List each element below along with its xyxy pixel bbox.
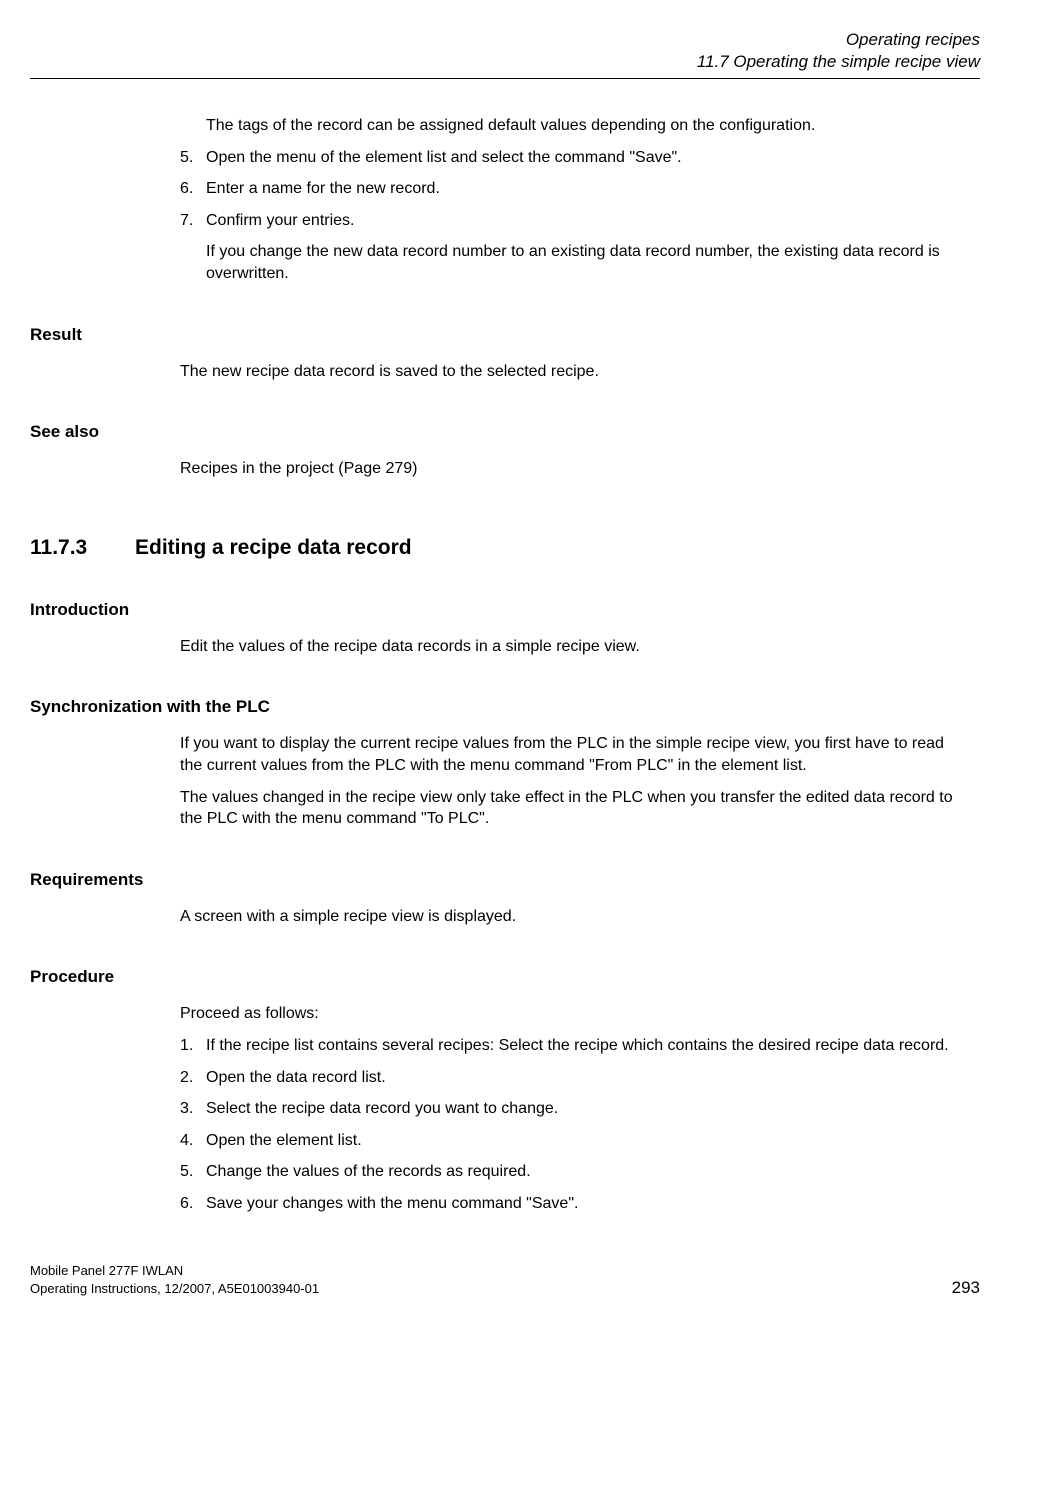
procedure-label: Procedure [30,967,970,987]
step-text: Confirm your entries. [206,210,970,232]
step-text: Change the values of the records as requ… [206,1161,970,1183]
step-text: Enter a name for the new record. [206,178,970,200]
footer-line1: Mobile Panel 277F IWLAN [30,1262,319,1280]
intro-paragraph: The tags of the record can be assigned d… [206,115,970,137]
procedure-step-6: 6. Save your changes with the menu comma… [180,1193,970,1215]
procedure-step-2: 2. Open the data record list. [180,1067,970,1089]
step-7: 7. Confirm your entries. [180,210,970,232]
page-header: Operating recipes 11.7 Operating the sim… [30,30,980,72]
sync-para1: If you want to display the current recip… [180,733,970,776]
step-text: Save your changes with the menu command … [206,1193,970,1215]
step-number: 1. [180,1035,206,1057]
sync-para2: The values changed in the recipe view on… [180,787,970,830]
step-number: 4. [180,1130,206,1152]
step-7-sub: If you change the new data record number… [206,241,970,284]
step-number: 6. [180,178,206,200]
step-text: Open the element list. [206,1130,970,1152]
step-text: If the recipe list contains several reci… [206,1035,970,1057]
procedure-intro: Proceed as follows: [180,1003,970,1025]
procedure-step-5: 5. Change the values of the records as r… [180,1161,970,1183]
step-number: 6. [180,1193,206,1215]
step-6: 6. Enter a name for the new record. [180,178,970,200]
step-number: 3. [180,1098,206,1120]
procedure-step-3: 3. Select the recipe data record you wan… [180,1098,970,1120]
section-title: Editing a recipe data record [135,536,970,560]
requirements-text: A screen with a simple recipe view is di… [180,906,970,928]
procedure-step-4: 4. Open the element list. [180,1130,970,1152]
step-text: Open the menu of the element list and se… [206,147,970,169]
footer-left: Mobile Panel 277F IWLAN Operating Instru… [30,1262,319,1297]
introduction-text: Edit the values of the recipe data recor… [180,636,970,658]
main-content: The tags of the record can be assigned d… [180,115,970,1214]
see-also-text: Recipes in the project (Page 279) [180,458,970,480]
sync-label: Synchronization with the PLC [30,697,970,717]
step-number: 5. [180,147,206,169]
header-title: Operating recipes [30,30,980,50]
page-footer: Mobile Panel 277F IWLAN Operating Instru… [30,1262,980,1297]
step-number: 2. [180,1067,206,1089]
procedure-step-1: 1. If the recipe list contains several r… [180,1035,970,1057]
header-subtitle: 11.7 Operating the simple recipe view [30,52,980,72]
section-heading: 11.7.3 Editing a recipe data record [30,536,970,560]
step-text: Open the data record list. [206,1067,970,1089]
footer-line2: Operating Instructions, 12/2007, A5E0100… [30,1280,319,1298]
step-5: 5. Open the menu of the element list and… [180,147,970,169]
step-number: 5. [180,1161,206,1183]
result-label: Result [30,325,970,345]
result-text: The new recipe data record is saved to t… [180,361,970,383]
header-rule [30,78,980,79]
page-number: 293 [952,1278,980,1298]
step-number: 7. [180,210,206,232]
step-text: Select the recipe data record you want t… [206,1098,970,1120]
see-also-label: See also [30,422,970,442]
requirements-label: Requirements [30,870,970,890]
section-number: 11.7.3 [30,536,135,560]
introduction-label: Introduction [30,600,970,620]
